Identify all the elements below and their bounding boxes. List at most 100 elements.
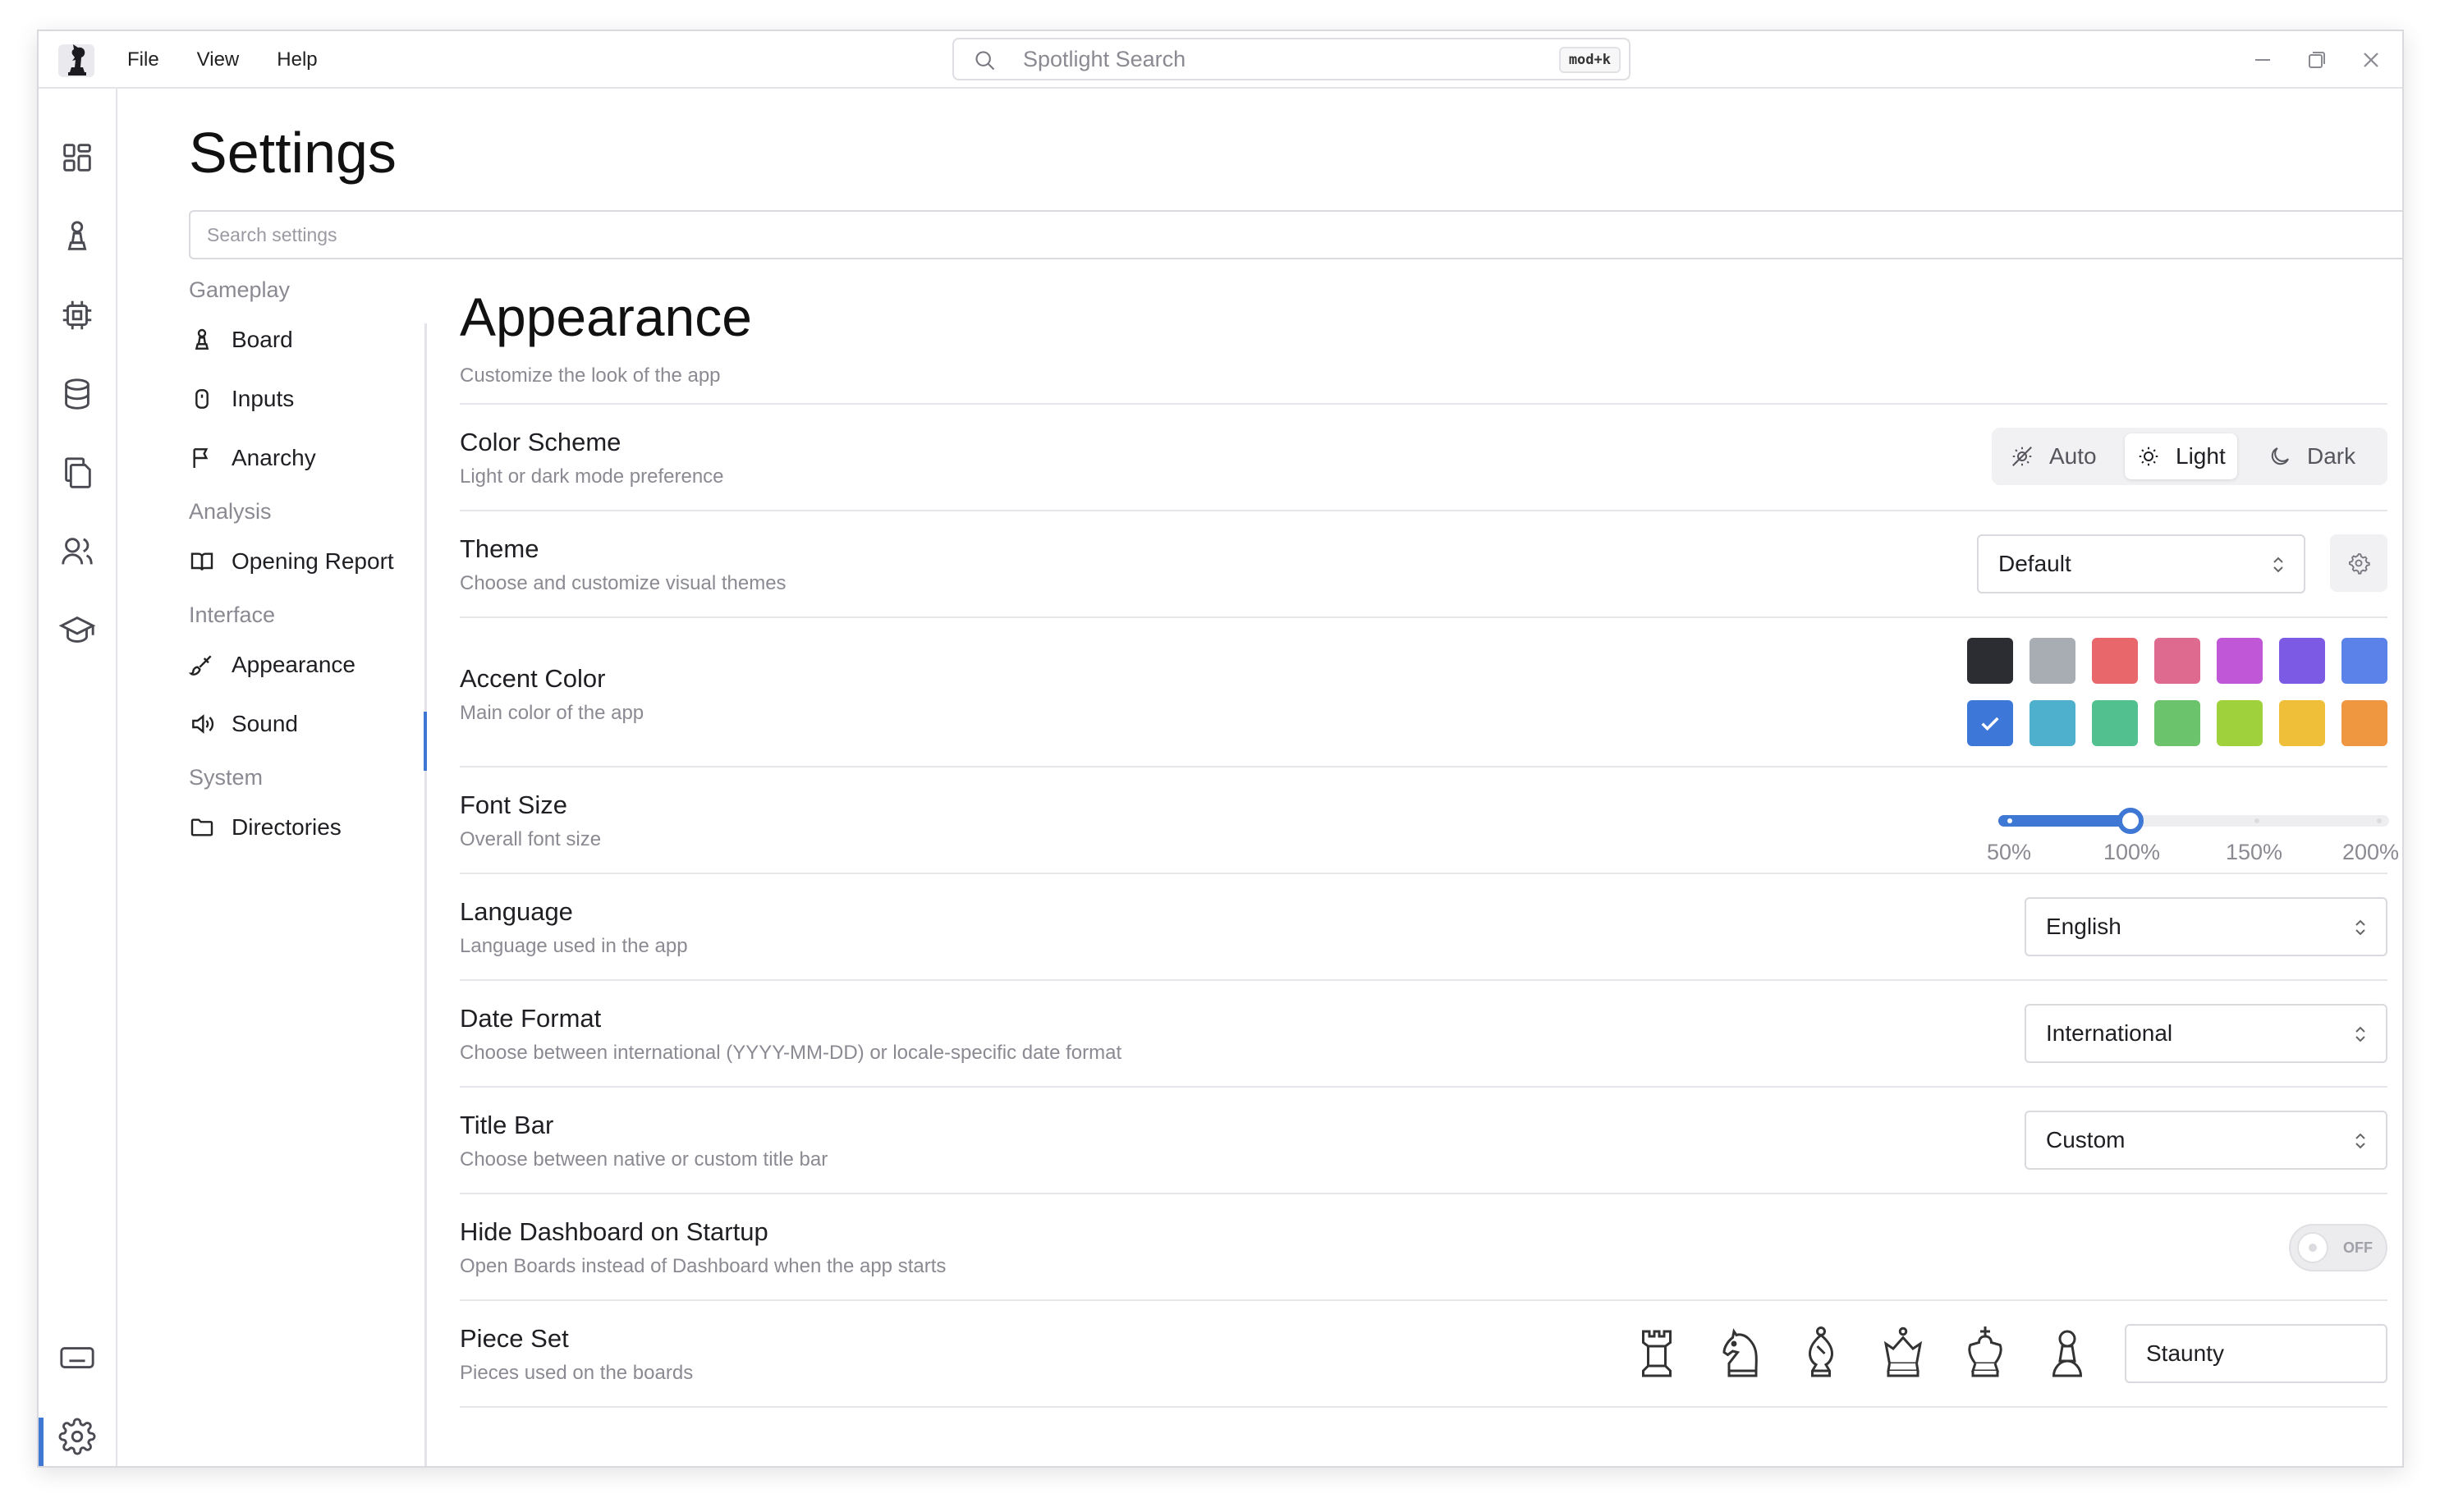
date-format-select[interactable]: International (2025, 1004, 2387, 1063)
accent-swatch[interactable] (2030, 700, 2075, 746)
section-subtitle: Customize the look of the app (460, 364, 721, 387)
nav-item-board[interactable]: Board (189, 310, 435, 369)
auto-theme-icon (2012, 447, 2032, 466)
accent-swatch[interactable] (2341, 638, 2387, 684)
accent-swatch[interactable] (2092, 638, 2138, 684)
nav-item-opening-report[interactable]: Opening Report (189, 532, 435, 591)
accent-swatch[interactable] (1967, 700, 2013, 746)
color-scheme-auto-label: Auto (2049, 443, 2097, 469)
hide-dashboard-toggle[interactable]: OFF (2289, 1224, 2387, 1271)
pawn-icon[interactable] (2043, 1324, 2092, 1383)
app-window: File View Help Spotlight Search mod+k Se… (37, 30, 2404, 1468)
nav-item-sound-label: Sound (232, 711, 298, 736)
piece-set-input[interactable]: Staunty (2125, 1324, 2387, 1383)
close-icon[interactable] (2357, 46, 2385, 74)
accent-swatch[interactable] (2030, 638, 2075, 684)
accent-swatch[interactable] (1967, 638, 2013, 684)
menu-view[interactable]: View (197, 48, 240, 71)
nav-item-directories[interactable]: Directories (189, 798, 435, 857)
accent-swatch[interactable] (2154, 700, 2200, 746)
pawn-icon (195, 328, 209, 350)
queen-icon[interactable] (1878, 1324, 1928, 1383)
nav-item-appearance[interactable]: Appearance (189, 635, 435, 694)
settings-nav: Gameplay Board Inputs Anarchy Analysis O… (189, 277, 435, 857)
icon-rail (39, 89, 117, 1466)
font-size-slider[interactable] (1998, 808, 2389, 834)
setting-hide-dashboard: Hide Dashboard on Startup Open Boards in… (460, 1193, 2387, 1299)
menu-help[interactable]: Help (277, 48, 317, 71)
setting-color-scheme: Color Scheme Light or dark mode preferen… (460, 403, 2387, 510)
rook-icon[interactable] (1632, 1324, 1681, 1383)
nav-item-inputs[interactable]: Inputs (189, 369, 435, 428)
folder-icon (190, 818, 213, 836)
moon-icon (2271, 447, 2289, 465)
restore-icon[interactable] (2303, 46, 2331, 74)
section-title: Appearance (460, 286, 752, 347)
nav-divider (424, 323, 427, 1466)
color-scheme-control: Auto Light Dark (1992, 428, 2387, 485)
nav-group-analysis: Analysis (189, 499, 272, 524)
settings-gear-icon[interactable] (58, 1418, 96, 1455)
chevron-up-down-icon (2355, 1133, 2365, 1149)
database-icon[interactable] (58, 375, 96, 413)
nav-item-directories-label: Directories (232, 814, 342, 840)
language-select[interactable]: English (2025, 897, 2387, 956)
color-scheme-auto[interactable]: Auto (1998, 433, 2108, 479)
setting-date-format: Date Format Choose between international… (460, 979, 2387, 1086)
theme-select[interactable]: Default (1977, 534, 2305, 593)
gear-icon (2348, 552, 2370, 575)
knight-icon[interactable] (1714, 1324, 1763, 1383)
keyboard-icon[interactable] (58, 1339, 96, 1377)
setting-theme: Theme Choose and customize visual themes… (460, 510, 2387, 616)
flag-icon (193, 448, 209, 468)
setting-language: Language Language used in the app Englis… (460, 873, 2387, 979)
files-icon[interactable] (58, 454, 96, 492)
speaker-icon (192, 714, 214, 734)
settings-search-input[interactable]: Search settings (189, 210, 2402, 259)
setting-label: Color Scheme (460, 428, 621, 456)
slider-thumb[interactable] (2117, 808, 2144, 834)
theme-settings-button[interactable] (2330, 534, 2387, 592)
setting-label: Theme (460, 534, 539, 563)
spotlight-search[interactable]: Spotlight Search mod+k (952, 38, 1630, 80)
accent-swatch[interactable] (2217, 638, 2263, 684)
accent-swatch[interactable] (2092, 700, 2138, 746)
setting-desc: Language used in the app (460, 935, 688, 957)
accent-swatch[interactable] (2279, 638, 2325, 684)
menu-file[interactable]: File (127, 48, 159, 71)
brush-icon (189, 655, 212, 676)
graduation-cap-icon[interactable] (58, 612, 96, 649)
dashboard-icon[interactable] (58, 139, 96, 176)
color-scheme-light-label: Light (2176, 443, 2226, 469)
slider-mark-100: 100% (2103, 840, 2161, 864)
users-icon[interactable] (58, 533, 96, 570)
setting-label: Piece Set (460, 1324, 569, 1353)
nav-group-gameplay: Gameplay (189, 277, 291, 302)
cpu-chip-icon[interactable] (58, 296, 96, 334)
setting-desc: Overall font size (460, 828, 602, 850)
accent-swatch[interactable] (2341, 700, 2387, 746)
toggle-knob (2297, 1232, 2328, 1263)
minimize-icon[interactable] (2249, 46, 2277, 74)
color-scheme-dark[interactable]: Dark (2256, 433, 2367, 479)
main-area: Settings Search settings Gameplay Board … (119, 89, 2402, 1466)
slider-mark-200: 200% (2342, 840, 2400, 864)
setting-desc: Choose between native or custom title ba… (460, 1148, 828, 1171)
accent-swatch[interactable] (2217, 700, 2263, 746)
pawn-icon[interactable] (58, 218, 96, 255)
check-icon (1981, 717, 1999, 731)
sun-icon (2139, 447, 2158, 466)
title-bar-select[interactable]: Custom (2025, 1111, 2387, 1170)
accent-swatch[interactable] (2154, 638, 2200, 684)
nav-group-interface: Interface (189, 603, 276, 627)
color-scheme-light[interactable]: Light (2125, 433, 2237, 479)
king-icon[interactable] (1961, 1324, 2010, 1383)
setting-desc: Main color of the app (460, 702, 644, 724)
bishop-icon[interactable] (1796, 1324, 1846, 1383)
search-icon (975, 51, 995, 71)
accent-swatch[interactable] (2279, 700, 2325, 746)
nav-item-anarchy[interactable]: Anarchy (189, 428, 435, 488)
nav-item-sound[interactable]: Sound (189, 694, 435, 754)
chevron-up-down-icon (2355, 1026, 2365, 1042)
setting-accent-color: Accent Color Main color of the app (460, 616, 2387, 766)
